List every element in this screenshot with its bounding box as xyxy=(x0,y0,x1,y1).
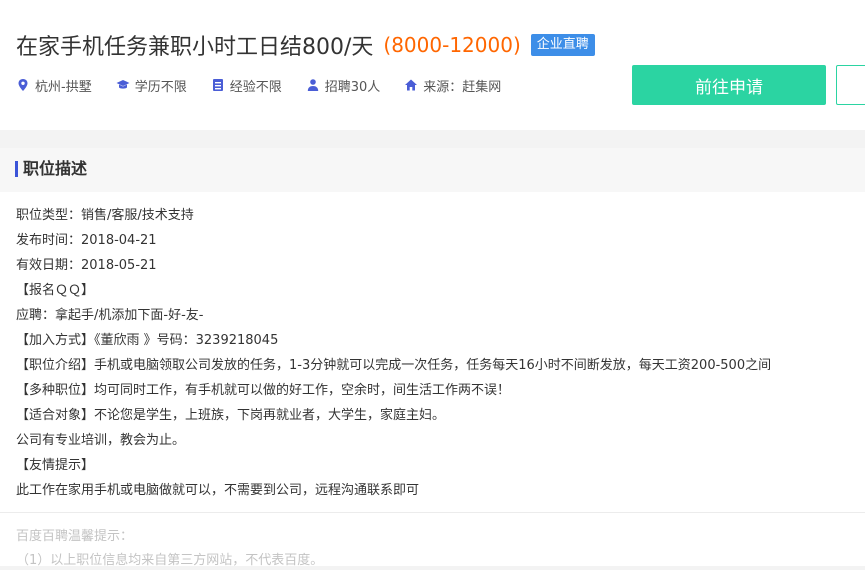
employer-badge: 企业直聘 xyxy=(530,34,595,56)
job-meta: 杭州-拱墅 学历不限 经验不限 招聘30人 来源：赶集网 xyxy=(16,75,525,95)
meta-experience: 经验不限 xyxy=(211,76,282,95)
meta-source-text: 来源：赶集网 xyxy=(423,79,502,95)
section-title: 职位描述 xyxy=(23,159,88,178)
description-lines: 职位类型：销售/客服/技术支持 发布时间：2018-04-21 有效日期：201… xyxy=(16,203,861,503)
job-description-card: 职位描述 职位类型：销售/客服/技术支持 发布时间：2018-04-21 有效日… xyxy=(0,148,865,568)
job-title: 在家手机任务兼职小时工日结800/天 xyxy=(16,35,374,60)
description-line: 【友情提示】 xyxy=(16,458,95,473)
meta-education: 学历不限 xyxy=(116,76,187,95)
meta-location: 杭州-拱墅 xyxy=(16,76,92,95)
notice-line: （1）以上职位信息均来自第三方网站，不代表百度。 xyxy=(16,553,324,568)
title-row: 在家手机任务兼职小时工日结800/天 (8000-12000) 企业直聘 xyxy=(16,30,595,60)
salary-range: (8000-12000) xyxy=(383,33,521,57)
description-line: 【适合对象】不论您是学生，上班族，下岗再就业者，大学生，家庭主妇。 xyxy=(16,408,446,423)
description-line: 公司有专业培训，教会为止。 xyxy=(16,433,186,448)
notice-title: 百度百聘温馨提示： xyxy=(16,529,134,544)
description-line: 【加入方式】《董欣雨 》号码：3239218045 xyxy=(16,333,279,348)
meta-source: 来源：赶集网 xyxy=(404,76,501,95)
section-divider xyxy=(0,512,865,513)
description-line: 发布时间：2018-04-21 xyxy=(16,233,157,248)
job-header: 在家手机任务兼职小时工日结800/天 (8000-12000) 企业直聘 杭州-… xyxy=(0,0,865,130)
description-line: 职位类型：销售/客服/技术支持 xyxy=(16,208,194,223)
apply-button[interactable]: 前往申请 xyxy=(632,65,826,105)
location-pin-icon xyxy=(16,78,30,92)
description-line: 【多种职位】均可同时工作，有手机就可以做的好工作，空余时，间生活工作两不误！ xyxy=(16,383,511,398)
description-line: 【报名ＱＱ】 xyxy=(16,283,95,298)
description-line: 【职位介绍】手机或电脑领取公司发放的任务，1-3分钟就可以完成一次任务，任务每天… xyxy=(16,358,772,373)
description-line: 此工作在家用手机或电脑做就可以，不需要到公司，远程沟通联系即可 xyxy=(16,483,420,498)
section-accent-bar xyxy=(15,161,18,177)
meta-experience-text: 经验不限 xyxy=(229,79,282,95)
document-icon xyxy=(211,78,225,92)
person-icon xyxy=(306,78,320,92)
description-line: 应聘：拿起手/机添加下面-好-友- xyxy=(16,308,204,323)
meta-headcount: 招聘30人 xyxy=(306,76,381,95)
graduation-cap-icon xyxy=(116,78,130,92)
section-header: 职位描述 xyxy=(0,148,865,192)
secondary-action-button[interactable] xyxy=(836,65,865,105)
meta-headcount-text: 招聘30人 xyxy=(324,79,381,95)
meta-education-text: 学历不限 xyxy=(134,79,187,95)
meta-location-text: 杭州-拱墅 xyxy=(35,79,92,95)
home-icon xyxy=(404,78,418,92)
description-line: 有效日期：2018-05-21 xyxy=(16,258,157,273)
